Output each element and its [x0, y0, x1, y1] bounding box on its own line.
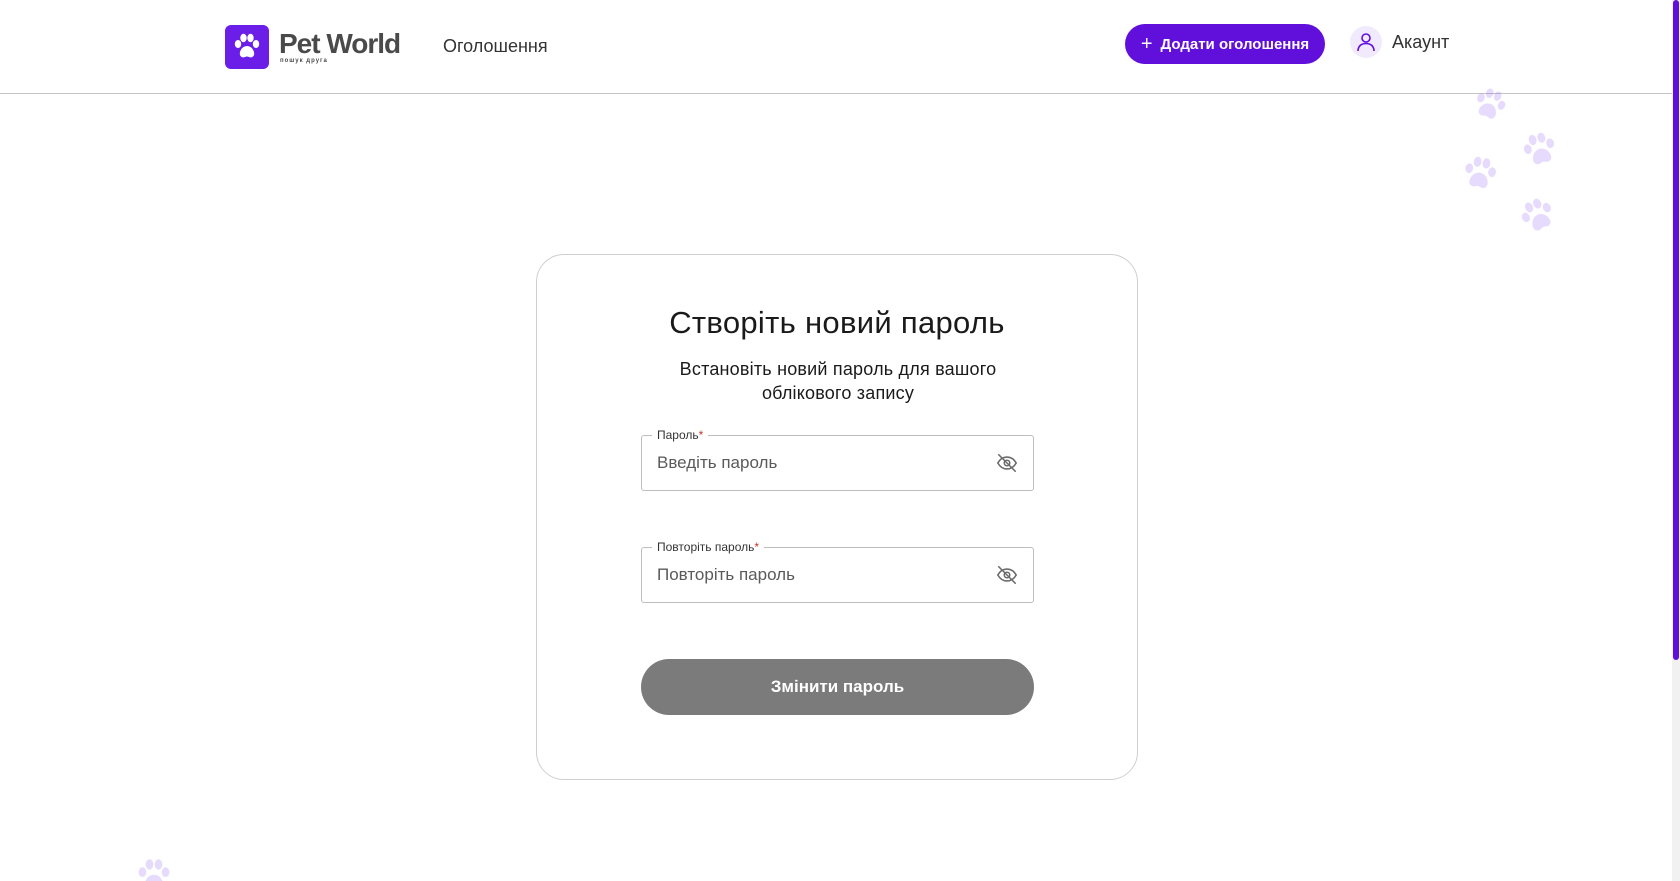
toggle-password-visibility-button[interactable] — [995, 451, 1019, 475]
nav-listings-link[interactable]: Оголошення — [443, 36, 548, 57]
page-title: Створіть новий пароль — [669, 305, 1005, 340]
change-password-button[interactable]: Змінити пароль — [641, 659, 1034, 715]
add-listing-label: Додати оголошення — [1160, 35, 1310, 53]
add-listing-button[interactable]: + Додати оголошення — [1125, 24, 1325, 64]
logo-subtitle: пошук друга — [280, 57, 328, 64]
eye-off-icon — [996, 453, 1018, 473]
paw-print-icon — [1523, 132, 1555, 165]
paw-print-icon — [1477, 88, 1506, 119]
scrollbar-thumb[interactable] — [1673, 0, 1679, 660]
paw-print-icon — [1521, 198, 1551, 231]
logo-title: Pet World — [279, 27, 401, 59]
password-input[interactable] — [657, 436, 977, 490]
toggle-repeat-password-visibility-button[interactable] — [995, 563, 1019, 587]
logo-link[interactable]: Pet World пошук друга — [225, 25, 401, 69]
paw-print-icon — [1465, 156, 1496, 189]
new-password-card: Створіть новий пароль Встановіть новий п… — [536, 254, 1138, 780]
page-subtitle: Встановіть новий пароль для вашого облік… — [679, 359, 997, 403]
paw-icon — [225, 25, 269, 69]
plus-icon: + — [1140, 33, 1153, 55]
user-icon — [1350, 26, 1382, 58]
account-label: Акаунт — [1392, 31, 1450, 52]
page-scrollbar[interactable] — [1672, 0, 1680, 881]
top-header: Pet World пошук друга Оголошення + Додат… — [0, 0, 1672, 94]
password-field: Пароль* — [641, 427, 1034, 491]
eye-off-icon — [996, 565, 1018, 585]
logo-text: Pet World пошук друга — [279, 27, 401, 65]
page: Pet World пошук друга Оголошення + Додат… — [0, 0, 1680, 881]
account-menu[interactable]: Акаунт — [1350, 26, 1449, 58]
repeat-password-field: Повторіть пароль* — [641, 539, 1034, 603]
paw-print-icon — [138, 859, 170, 881]
repeat-password-input[interactable] — [657, 548, 977, 602]
